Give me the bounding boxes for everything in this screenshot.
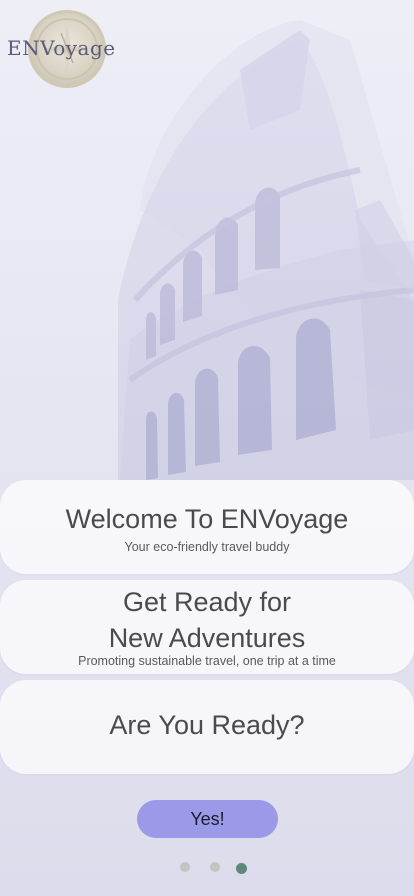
welcome-card: Welcome To ENVoyage Your eco-friendly tr…: [0, 480, 414, 574]
page-dot-3-active[interactable]: [236, 863, 247, 874]
adventures-card: Get Ready for New Adventures Promoting s…: [0, 580, 414, 674]
adventures-title: Get Ready for New Adventures: [0, 584, 414, 656]
yes-button[interactable]: Yes!: [137, 800, 278, 838]
page-dot-1[interactable]: [180, 862, 190, 872]
adventures-subtitle: Promoting sustainable travel, one trip a…: [78, 654, 336, 668]
app-logo: ENVoyage: [6, 10, 118, 90]
ready-title: Are You Ready?: [109, 710, 305, 740]
page-indicator: [0, 862, 414, 876]
welcome-subtitle: Your eco-friendly travel buddy: [124, 540, 290, 554]
page-dot-2[interactable]: [210, 862, 220, 872]
welcome-title: Welcome To ENVoyage: [65, 504, 349, 534]
logo-text: ENVoyage: [7, 36, 116, 60]
ready-card: Are You Ready?: [0, 680, 414, 774]
adventures-title-line2: New Adventures: [108, 623, 306, 653]
adventures-title-line1: Get Ready for: [122, 587, 292, 617]
